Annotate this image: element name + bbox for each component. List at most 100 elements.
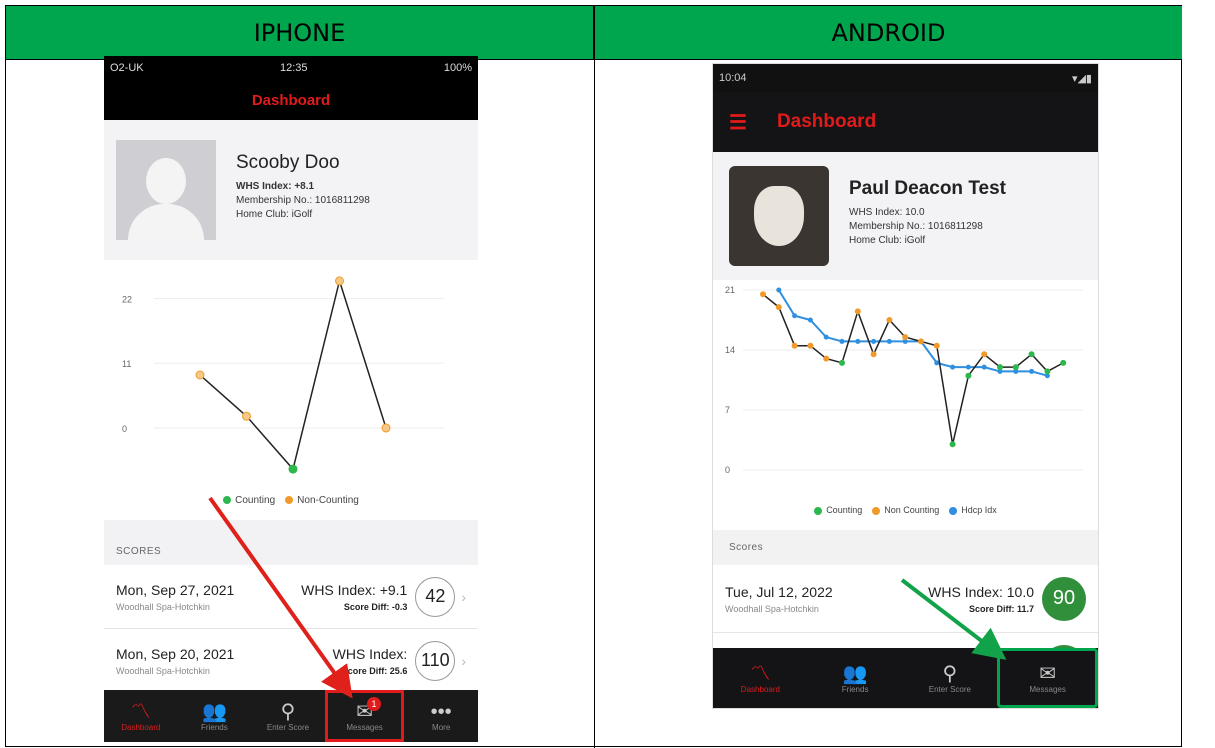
y-tick-label: 7 [725,405,730,415]
whs-index: WHS Index: +8.1 [236,181,315,192]
score-whs-index: WHS Index: [332,645,408,662]
hdcp-point [981,364,987,370]
android-clock: 10:04 [719,72,747,84]
chart-trend-icon: 〽 [750,662,771,685]
score-diff: Score Diff: 11.7 [968,603,1034,614]
android-profile-card: Paul Deacon Test WHS Index: 10.0 Members… [713,152,1098,280]
score-date: Tue, Jul 12, 2022 [725,583,833,600]
android-membership-number: Membership No.: 1016811298 [849,221,983,232]
series-line [199,278,387,471]
score-row[interactable]: Mon, Sep 27, 2021 Woodhall Spa-Hotchkin … [104,565,478,629]
android-dashboard-title: Dashboard [776,111,877,132]
scores-section-label: SCORES [116,546,162,557]
android-chart-svg: 21 14 7 0 [725,285,1083,475]
iphone-tab-bar: 〽 Dashboard 👥 Friends ⚲ Enter Score ✉ 1 Mess… [104,690,478,742]
friends-icon: 👥 [842,662,868,685]
course-name: Woodhall Spa-Hotchkin [116,601,210,612]
tab-more[interactable]: ••• More [404,690,478,742]
tab-enter-score[interactable]: ⚲ Enter Score [251,690,325,742]
data-point [335,276,344,286]
tab-messages[interactable]: ✉ 1 Messages [324,690,405,742]
legend-non-counting: Non Counting [872,505,939,515]
tab-dashboard[interactable]: 〽 Dashboard [104,690,178,742]
y-tick-label: 0 [122,424,127,434]
hdcp-point [1029,368,1035,374]
android-screen: 10:04 ▾◢▮ ☰ Dashboard Paul Deacon Test W… [712,63,1099,709]
y-tick-label: 14 [725,345,735,355]
android-whs-index: WHS Index: 10.0 [849,207,925,218]
score-point [949,441,956,448]
score-point [933,342,940,349]
score-row[interactable]: Tue, Jul 12, 2022 Woodhall Spa-Hotchkin … [713,565,1098,633]
course-name: Woodhall Spa-Hotchkin [116,665,210,676]
score-whs-index: WHS Index: +9.1 [301,581,408,598]
score-point [1028,351,1035,358]
iphone-column-header: IPHONE [6,6,594,60]
score-whs-index: WHS Index: 10.0 [928,583,1034,600]
score-date: Mon, Sep 20, 2021 [116,645,235,662]
score-point [760,291,766,298]
score-point [902,334,909,341]
membership-number: Membership No.: 1016811298 [236,195,370,206]
data-point [381,423,391,433]
android-tab-bar: 〽 Dashboard 👥 Friends ⚲ Enter Score ✉ Messag… [713,648,1098,708]
envelope-icon: ✉ [1039,662,1056,685]
envelope-icon: ✉ 1 [356,696,381,723]
clock-label: 12:35 [279,62,308,74]
android-home-club: Home Club: iGolf [849,235,926,246]
score-point [775,304,782,311]
android-status-bar: 10:04 ▾◢▮ [713,64,1098,92]
score-point [1012,364,1019,371]
iphone-chart-svg: 22 11 0 [122,276,444,474]
y-tick-label: 22 [122,295,132,305]
android-chart-legend: Counting Non Counting Hdcp Idx [713,505,1098,515]
iphone-status-bar: O2-UK 12:35 100% [104,56,478,80]
score-row[interactable]: Mon, Sep 20, 2021 Woodhall Spa-Hotchkin … [104,629,478,693]
score-point [839,359,845,366]
score-point [918,338,924,345]
score-diff: Score Diff: -0.3 [343,601,408,612]
android-profile-name: Paul Deacon Test [849,178,1006,199]
tab-friends[interactable]: 👥 Friends [178,690,252,742]
chevron-right-icon: › [461,588,466,605]
score-point [870,351,877,358]
iphone-dashboard-title: Dashboard [104,80,478,120]
hdcp-idx-line [777,289,1048,377]
score-point [791,342,798,349]
score-line [762,293,1064,445]
hamburger-menu-icon[interactable]: ☰ [729,110,747,135]
score-point [997,364,1003,371]
tab-enter-score[interactable]: ⚲ Enter Score [903,648,998,708]
tab-dashboard[interactable]: 〽 Dashboard [713,648,808,708]
hdcp-point [965,364,971,370]
gross-score: 90 [1042,576,1086,621]
legend-hdcp-idx: Hdcp Idx [949,505,997,515]
hdcp-point [871,338,877,344]
friends-icon: 👥 [201,700,227,723]
course-name: Woodhall Spa-Hotchkin [725,603,819,614]
gross-score: 110 [415,640,456,681]
score-point [981,351,988,358]
hdcp-point [823,334,829,340]
golf-ball-tee-icon: ⚲ [280,700,296,723]
more-dots-icon: ••• [430,700,452,723]
hdcp-point [839,338,845,344]
chevron-right-icon: › [461,652,466,669]
hdcp-point [886,338,892,344]
tab-messages[interactable]: ✉ Messages [997,648,1098,708]
column-divider [594,6,595,748]
legend-counting: Counting [814,505,862,515]
iphone-screen: O2-UK 12:35 100% Dashboard Scooby Doo WH… [104,56,478,742]
data-point [288,464,298,474]
legend-non-counting: Non-Counting [285,495,359,506]
hdcp-point [776,287,782,293]
tab-friends[interactable]: 👥 Friends [808,648,903,708]
data-point [242,411,251,421]
score-point [823,355,830,362]
iphone-chart-legend: Counting Non-Counting [104,495,478,506]
gross-score: 42 [415,576,456,617]
y-tick-label: 11 [122,359,131,369]
score-point [965,372,972,379]
profile-photo [729,166,829,266]
iphone-score-chart: 22 11 0 Counting Non-Counting [104,260,478,520]
